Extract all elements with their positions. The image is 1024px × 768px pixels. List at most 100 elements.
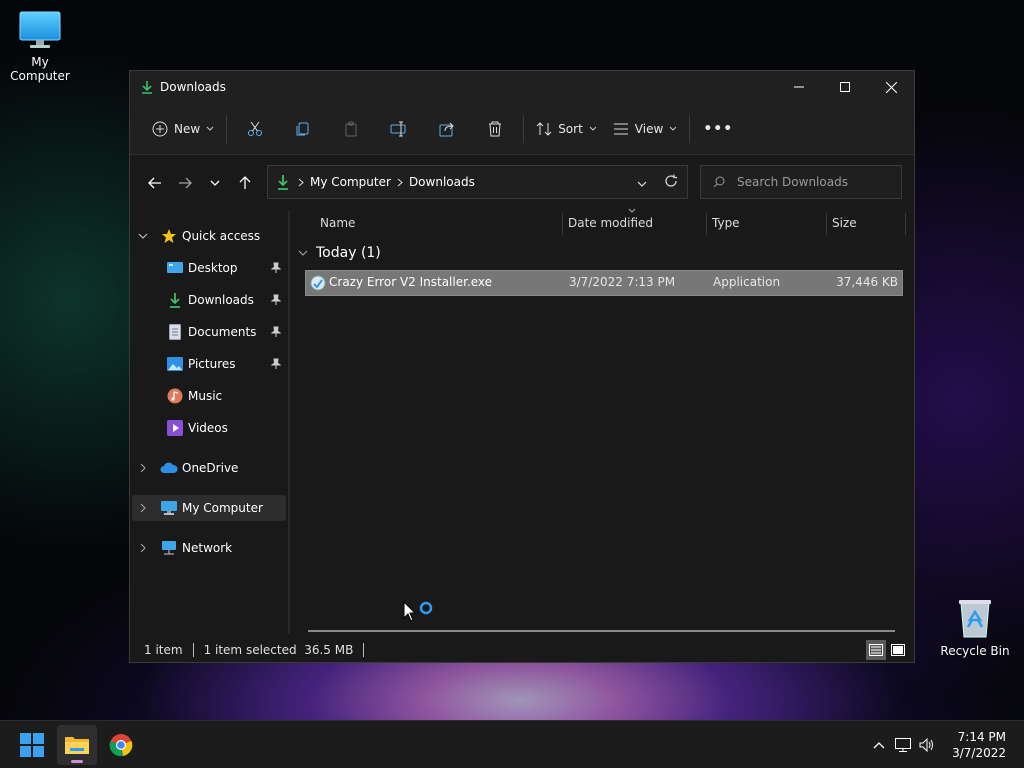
- sidebar-item-music[interactable]: Music: [166, 383, 222, 409]
- toolbar-divider: [689, 114, 691, 143]
- maximize-button[interactable]: [822, 71, 868, 103]
- sidebar-item-quick-access[interactable]: Quick access: [138, 223, 260, 249]
- search-icon: [713, 176, 725, 188]
- paste-icon: [345, 121, 357, 136]
- share-button[interactable]: [423, 112, 471, 146]
- column-header-date[interactable]: Date modified: [568, 208, 706, 235]
- sidebar-item-network[interactable]: Network: [140, 535, 232, 561]
- show-hidden-icons-button[interactable]: [868, 741, 890, 749]
- refresh-icon: [665, 174, 677, 187]
- breadcrumb-my-computer[interactable]: My Computer: [310, 175, 391, 189]
- sidebar-item-onedrive[interactable]: OneDrive: [140, 455, 238, 481]
- recent-locations-button[interactable]: [200, 168, 230, 198]
- search-input[interactable]: Search Downloads: [700, 165, 902, 199]
- monitor-icon: [19, 11, 61, 48]
- horizontal-scrollbar[interactable]: [308, 630, 895, 632]
- group-header-today[interactable]: Today (1): [298, 245, 381, 261]
- more-options-button[interactable]: •••: [694, 112, 742, 146]
- running-indicator: [71, 760, 83, 763]
- sidebar-item-label: OneDrive: [182, 461, 239, 475]
- pin-icon: [270, 262, 282, 277]
- file-type: Application: [713, 275, 781, 289]
- title-bar[interactable]: Downloads: [130, 71, 914, 103]
- sidebar-item-pictures[interactable]: Pictures: [166, 351, 236, 377]
- minimize-icon: [794, 86, 804, 88]
- refresh-button[interactable]: [664, 174, 678, 191]
- column-header-size[interactable]: Size: [832, 211, 902, 235]
- sidebar-item-my-computer[interactable]: My Computer: [132, 495, 286, 521]
- paste-button[interactable]: [327, 112, 375, 146]
- chrome-icon: [109, 734, 133, 757]
- trash-icon: [489, 121, 502, 136]
- tiles-view-button[interactable]: [888, 640, 908, 660]
- more-icon: •••: [703, 120, 734, 137]
- rename-button[interactable]: [375, 112, 423, 146]
- command-bar: New Sort View •••: [130, 103, 914, 155]
- start-button[interactable]: [12, 725, 52, 765]
- download-icon: [142, 81, 152, 94]
- column-header-type[interactable]: Type: [712, 211, 824, 235]
- chevron-down-icon: [669, 126, 677, 131]
- sidebar-item-label: Documents: [188, 325, 257, 339]
- system-tray: [868, 721, 938, 768]
- address-bar[interactable]: My Computer Downloads: [267, 165, 688, 199]
- clock[interactable]: 7:14 PM 3/7/2022: [952, 729, 1006, 761]
- sidebar-item-documents[interactable]: Documents: [166, 319, 256, 345]
- sidebar-item-label: Desktop: [188, 261, 238, 275]
- column-header-name[interactable]: Name: [320, 211, 560, 235]
- sidebar-item-videos[interactable]: Videos: [166, 415, 228, 441]
- minimize-button[interactable]: [776, 71, 822, 103]
- sidebar-item-desktop[interactable]: Desktop: [166, 255, 238, 281]
- desktop-icon-my-computer[interactable]: My Computer: [0, 10, 80, 83]
- status-selection: 1 item selected 36.5 MB: [203, 643, 354, 657]
- mouse-cursor: [403, 600, 433, 628]
- tiles-view-icon: [891, 644, 905, 656]
- file-date: 3/7/2022 7:13 PM: [569, 275, 676, 289]
- column-divider[interactable]: [706, 213, 707, 235]
- pictures-icon: [167, 357, 183, 371]
- chevron-right-icon: [140, 503, 146, 513]
- desktop-icon-recycle-bin[interactable]: Recycle Bin: [935, 597, 1015, 658]
- sort-indicator-icon: [628, 208, 636, 213]
- sort-label: Sort: [558, 121, 583, 136]
- taskbar-file-explorer[interactable]: [57, 725, 97, 765]
- breadcrumb-downloads[interactable]: Downloads: [409, 175, 475, 189]
- column-divider[interactable]: [905, 213, 906, 235]
- copy-button[interactable]: [279, 112, 327, 146]
- view-button[interactable]: View: [605, 112, 685, 146]
- cut-button[interactable]: [231, 112, 279, 146]
- music-icon: [167, 388, 183, 404]
- up-button[interactable]: [230, 168, 260, 198]
- column-divider[interactable]: [826, 213, 827, 235]
- chevron-right-icon: [298, 178, 304, 186]
- volume-button[interactable]: [916, 738, 938, 752]
- close-icon: [885, 81, 897, 93]
- toolbar-divider: [226, 114, 228, 143]
- chevron-down-icon: [298, 250, 308, 256]
- details-view-icon: [869, 644, 883, 656]
- close-button[interactable]: [868, 71, 914, 103]
- delete-button[interactable]: [471, 112, 519, 146]
- pin-icon: [270, 358, 282, 373]
- sidebar-item-downloads[interactable]: Downloads: [166, 287, 254, 313]
- forward-button[interactable]: [170, 168, 200, 198]
- chevron-right-icon: [397, 178, 403, 186]
- address-history-button[interactable]: [637, 176, 647, 190]
- navigation-pane: Quick access Desktop Downloads Documents…: [130, 211, 288, 634]
- new-button[interactable]: New: [144, 112, 222, 146]
- table-row[interactable]: Crazy Error V2 Installer.exe 3/7/2022 7:…: [305, 270, 903, 296]
- sort-button[interactable]: Sort: [528, 112, 605, 146]
- back-button[interactable]: [140, 168, 170, 198]
- details-view-button[interactable]: [866, 640, 886, 660]
- installer-icon: [310, 275, 326, 291]
- chevron-down-icon: [206, 126, 214, 131]
- speaker-icon: [919, 738, 933, 752]
- column-divider[interactable]: [562, 213, 563, 235]
- network-icon: [895, 738, 911, 752]
- sidebar-item-label: Music: [188, 389, 223, 403]
- taskbar-chrome[interactable]: [101, 725, 141, 765]
- sidebar-item-label: Videos: [188, 421, 228, 435]
- network-status-button[interactable]: [890, 738, 916, 752]
- status-divider: [192, 643, 194, 657]
- download-icon: [170, 293, 180, 308]
